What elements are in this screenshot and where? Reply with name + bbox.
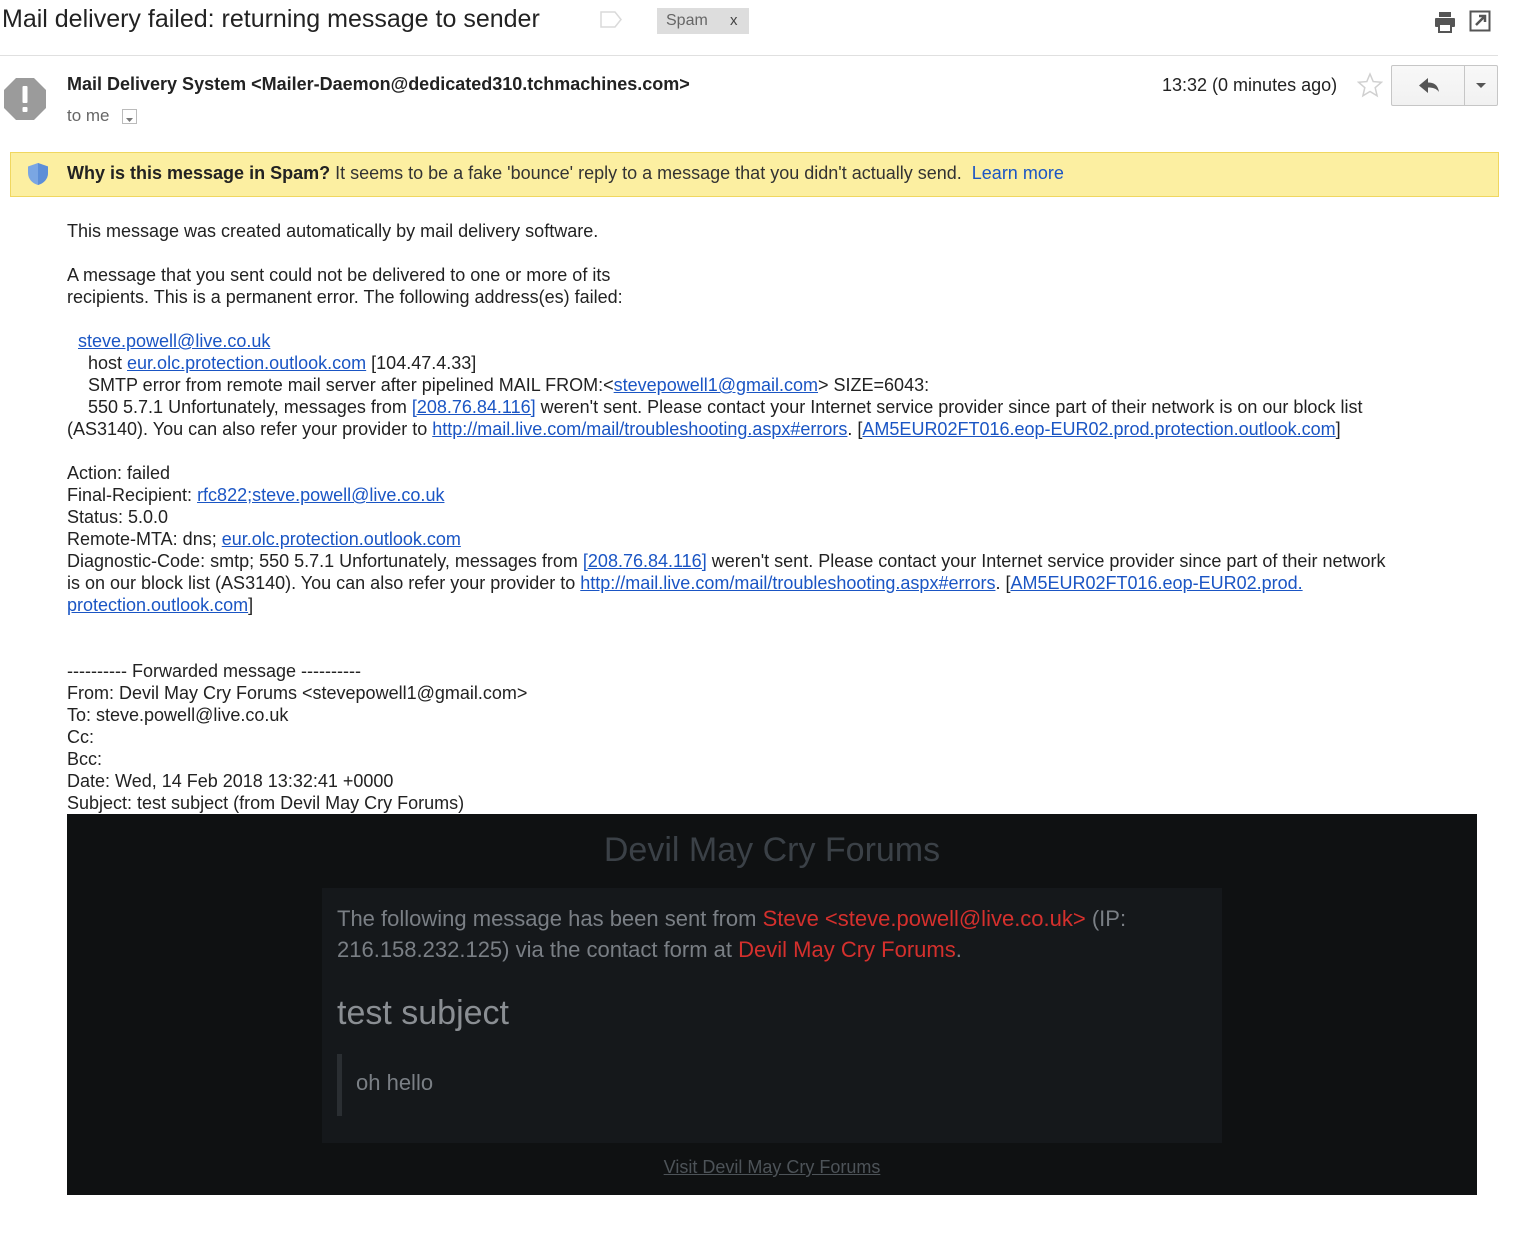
visit-forum-line: Visit Devil May Cry Forums bbox=[67, 1157, 1477, 1178]
remote-mta-link[interactable]: eur.olc.protection.outlook.com bbox=[222, 529, 461, 549]
print-icon[interactable] bbox=[1433, 10, 1457, 34]
spam-question: Why is this message in Spam? bbox=[67, 163, 331, 183]
learn-more-link[interactable]: Learn more bbox=[972, 163, 1064, 183]
host-line: host eur.olc.protection.outlook.com [104… bbox=[88, 352, 476, 374]
final-recipient-link[interactable]: rfc822;steve.powell@live.co.uk bbox=[197, 485, 444, 505]
smtp-email-link[interactable]: stevepowell1@gmail.com bbox=[614, 375, 818, 395]
forum-message-subject: test subject bbox=[337, 994, 509, 1032]
intro-text: This message was created automatically b… bbox=[67, 221, 599, 241]
forum-message-body: oh hello bbox=[356, 1070, 434, 1095]
recipient-label: to me bbox=[67, 106, 110, 125]
body-text: A message that you sent could not be del… bbox=[67, 265, 611, 285]
shield-icon bbox=[28, 163, 48, 185]
server-link[interactable]: AM5EUR02FT016.eop-EUR02.prod.protection.… bbox=[862, 419, 1335, 439]
failed-address-link[interactable]: steve.powell@live.co.uk bbox=[78, 331, 270, 351]
forum-title: Devil May Cry Forums bbox=[603, 831, 941, 869]
body-text: recipients. This is a permanent error. T… bbox=[67, 287, 623, 307]
dropdown-icon bbox=[126, 118, 133, 122]
visit-forum-link[interactable]: Visit Devil May Cry Forums bbox=[664, 1157, 881, 1177]
error-line-2: (AS3140). You can also refer your provid… bbox=[67, 418, 1341, 440]
diagnostic-troubleshooting-link[interactable]: http://mail.live.com/mail/troubleshootin… bbox=[580, 573, 995, 593]
ip-link[interactable]: [208.76.84.116] bbox=[412, 397, 536, 417]
error-line: 550 5.7.1 Unfortunately, messages from [… bbox=[88, 396, 1362, 418]
more-actions-button[interactable] bbox=[1464, 65, 1498, 106]
forum-email-panel: Devil May Cry Forums The following messa… bbox=[67, 814, 1477, 1195]
chevron-down-icon bbox=[1476, 83, 1486, 88]
error2-end: ] bbox=[1335, 419, 1341, 439]
spam-label-text: Spam bbox=[666, 12, 708, 29]
host-ip: [104.47.4.33] bbox=[366, 353, 477, 373]
diagnostic-line-2: is on our block list (AS3140). You can a… bbox=[67, 572, 1303, 594]
error-suffix: weren't sent. Please contact your Intern… bbox=[535, 397, 1363, 417]
host-prefix: host bbox=[88, 353, 128, 373]
message-sender: Steve <steve.powell@live.co.uk> bbox=[762, 906, 1086, 931]
sender-name[interactable]: Mail Delivery System <Mailer-Daemon@dedi… bbox=[67, 74, 690, 95]
remote-mta-line: Remote-MTA: dns; eur.olc.protection.outl… bbox=[67, 528, 461, 550]
spam-label-chip[interactable]: Spam x bbox=[657, 8, 749, 34]
spam-avatar-icon bbox=[4, 78, 46, 120]
smtp-suffix: > SIZE=6043: bbox=[818, 375, 930, 395]
diagnostic-server-link-cont[interactable]: protection.outlook.com bbox=[67, 595, 248, 615]
diagnostic2-prefix: is on our block list (AS3140). You can a… bbox=[67, 573, 581, 593]
message-end: . bbox=[955, 937, 962, 962]
new-window-icon[interactable] bbox=[1469, 10, 1491, 32]
details-dropdown[interactable] bbox=[122, 109, 137, 124]
action-line: Action: failed bbox=[67, 463, 171, 483]
star-icon[interactable] bbox=[1357, 72, 1383, 98]
final-recipient-prefix: Final-Recipient: bbox=[67, 485, 198, 505]
forwarded-cc: Cc: bbox=[67, 727, 94, 747]
diagnostic-line: Diagnostic-Code: smtp; 550 5.7.1 Unfortu… bbox=[67, 550, 1385, 572]
spam-explanation: It seems to be a fake 'bounce' reply to … bbox=[330, 163, 962, 183]
forwarded-bcc: Bcc: bbox=[67, 749, 103, 769]
reply-button[interactable] bbox=[1391, 65, 1465, 106]
troubleshooting-link[interactable]: http://mail.live.com/mail/troubleshootin… bbox=[432, 419, 847, 439]
failed-address-line: steve.powell@live.co.uk bbox=[78, 330, 270, 352]
error2-mid: . [ bbox=[847, 419, 863, 439]
spam-warning-banner: Why is this message in Spam? It seems to… bbox=[10, 152, 1499, 197]
remove-label-button[interactable]: x bbox=[730, 8, 738, 34]
diagnostic-suffix: weren't sent. Please contact your Intern… bbox=[706, 551, 1386, 571]
status-line: Status: 5.0.0 bbox=[67, 507, 169, 527]
forum-message-box: The following message has been sent from… bbox=[322, 888, 1222, 1143]
host-link[interactable]: eur.olc.protection.outlook.com bbox=[127, 353, 366, 373]
forum-message-text: The following message has been sent from… bbox=[337, 903, 1197, 965]
remote-mta-prefix: Remote-MTA: dns; bbox=[67, 529, 222, 549]
quote-bar bbox=[337, 1054, 342, 1116]
spam-reason-text: Why is this message in Spam? It seems to… bbox=[67, 163, 1064, 184]
diagnostic-server-link[interactable]: AM5EUR02FT016.eop-EUR02.prod. bbox=[1010, 573, 1302, 593]
forwarded-from: From: Devil May Cry Forums <stevepowell1… bbox=[67, 683, 528, 703]
reply-icon bbox=[1419, 78, 1439, 93]
header-divider bbox=[0, 55, 1498, 56]
email-subject: Mail delivery failed: returning message … bbox=[2, 5, 540, 33]
diagnostic3-end: ] bbox=[248, 595, 254, 615]
message-timestamp: 13:32 (0 minutes ago) bbox=[1162, 75, 1338, 95]
diagnostic-line-3: protection.outlook.com] bbox=[67, 594, 253, 616]
forwarded-subject: Subject: test subject (from Devil May Cr… bbox=[67, 793, 465, 813]
diagnostic-prefix: Diagnostic-Code: smtp; 550 5.7.1 Unfortu… bbox=[67, 551, 583, 571]
smtp-prefix: SMTP error from remote mail server after… bbox=[88, 375, 614, 395]
forwarded-date: Date: Wed, 14 Feb 2018 13:32:41 +0000 bbox=[67, 771, 394, 791]
forwarded-separator: ---------- Forwarded message ---------- bbox=[67, 661, 361, 681]
message-site: Devil May Cry Forums bbox=[738, 937, 956, 962]
forwarded-to: To: steve.powell@live.co.uk bbox=[67, 705, 289, 725]
message-prefix: The following message has been sent from bbox=[337, 906, 763, 931]
diagnostic-ip-link[interactable]: [208.76.84.116] bbox=[583, 551, 707, 571]
smtp-line: SMTP error from remote mail server after… bbox=[88, 374, 929, 396]
error2-prefix: (AS3140). You can also refer your provid… bbox=[67, 419, 433, 439]
tag-icon[interactable] bbox=[600, 11, 622, 28]
diagnostic2-mid: . [ bbox=[995, 573, 1011, 593]
error-prefix: 550 5.7.1 Unfortunately, messages from bbox=[88, 397, 412, 417]
final-recipient-line: Final-Recipient: rfc822;steve.powell@liv… bbox=[67, 484, 444, 506]
